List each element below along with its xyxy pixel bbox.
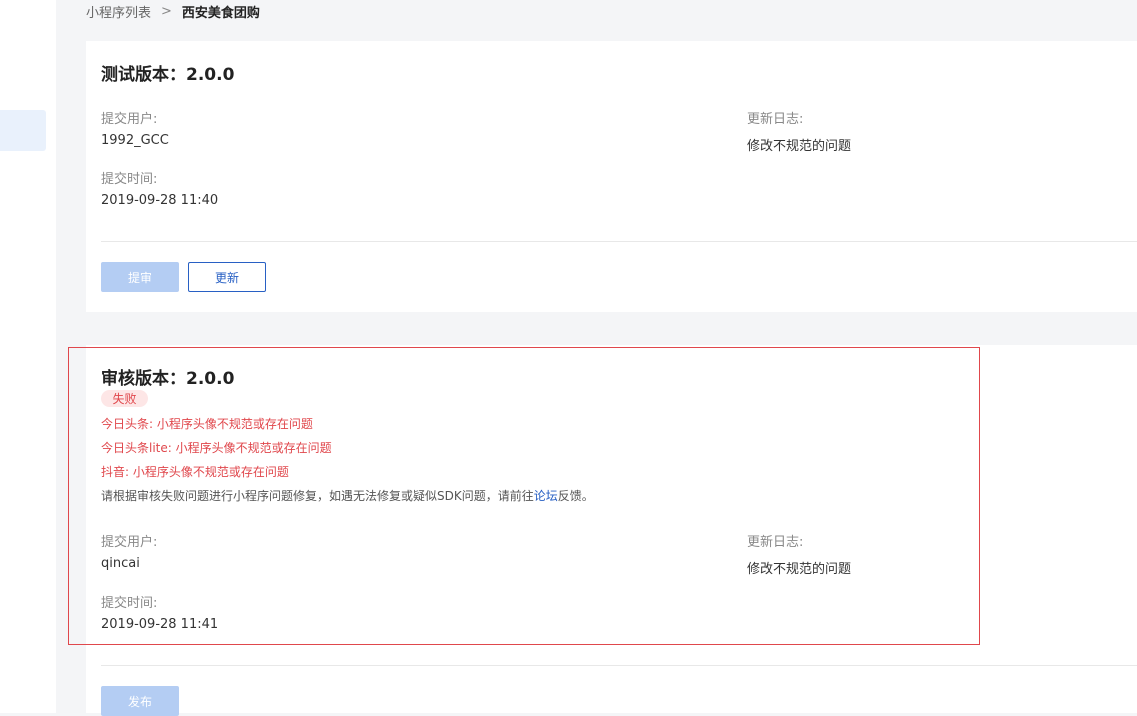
breadcrumb: 小程序列表 > 西安美食团购 <box>86 2 260 21</box>
test-changelog-label: 更新日志: <box>747 112 804 127</box>
test-submitter-label: 提交用户: <box>101 112 158 127</box>
test-version-card: 测试版本：2.0.0 提交用户: 1992_GCC 提交时间: 2019-09-… <box>86 41 1137 312</box>
test-time-value: 2019-09-28 11:40 <box>101 193 219 208</box>
breadcrumb-separator-icon: > <box>161 3 172 19</box>
sidebar-item-active[interactable] <box>0 110 46 151</box>
test-submitter-value: 1992_GCC <box>101 133 169 148</box>
test-version-title: 测试版本：2.0.0 <box>101 65 235 85</box>
review-card-divider <box>101 665 1137 666</box>
update-button[interactable]: 更新 <box>188 262 266 292</box>
breadcrumb-current: 西安美食团购 <box>181 5 260 21</box>
submit-review-button[interactable]: 提审 <box>101 262 179 292</box>
test-changelog-value: 修改不规范的问题 <box>747 139 852 154</box>
publish-button[interactable]: 发布 <box>101 686 179 716</box>
breadcrumb-miniprogram-list[interactable]: 小程序列表 <box>86 2 151 21</box>
sidebar <box>0 0 56 713</box>
test-card-divider <box>101 241 1137 242</box>
test-time-label: 提交时间: <box>101 172 158 187</box>
highlight-annotation-box <box>68 347 980 645</box>
